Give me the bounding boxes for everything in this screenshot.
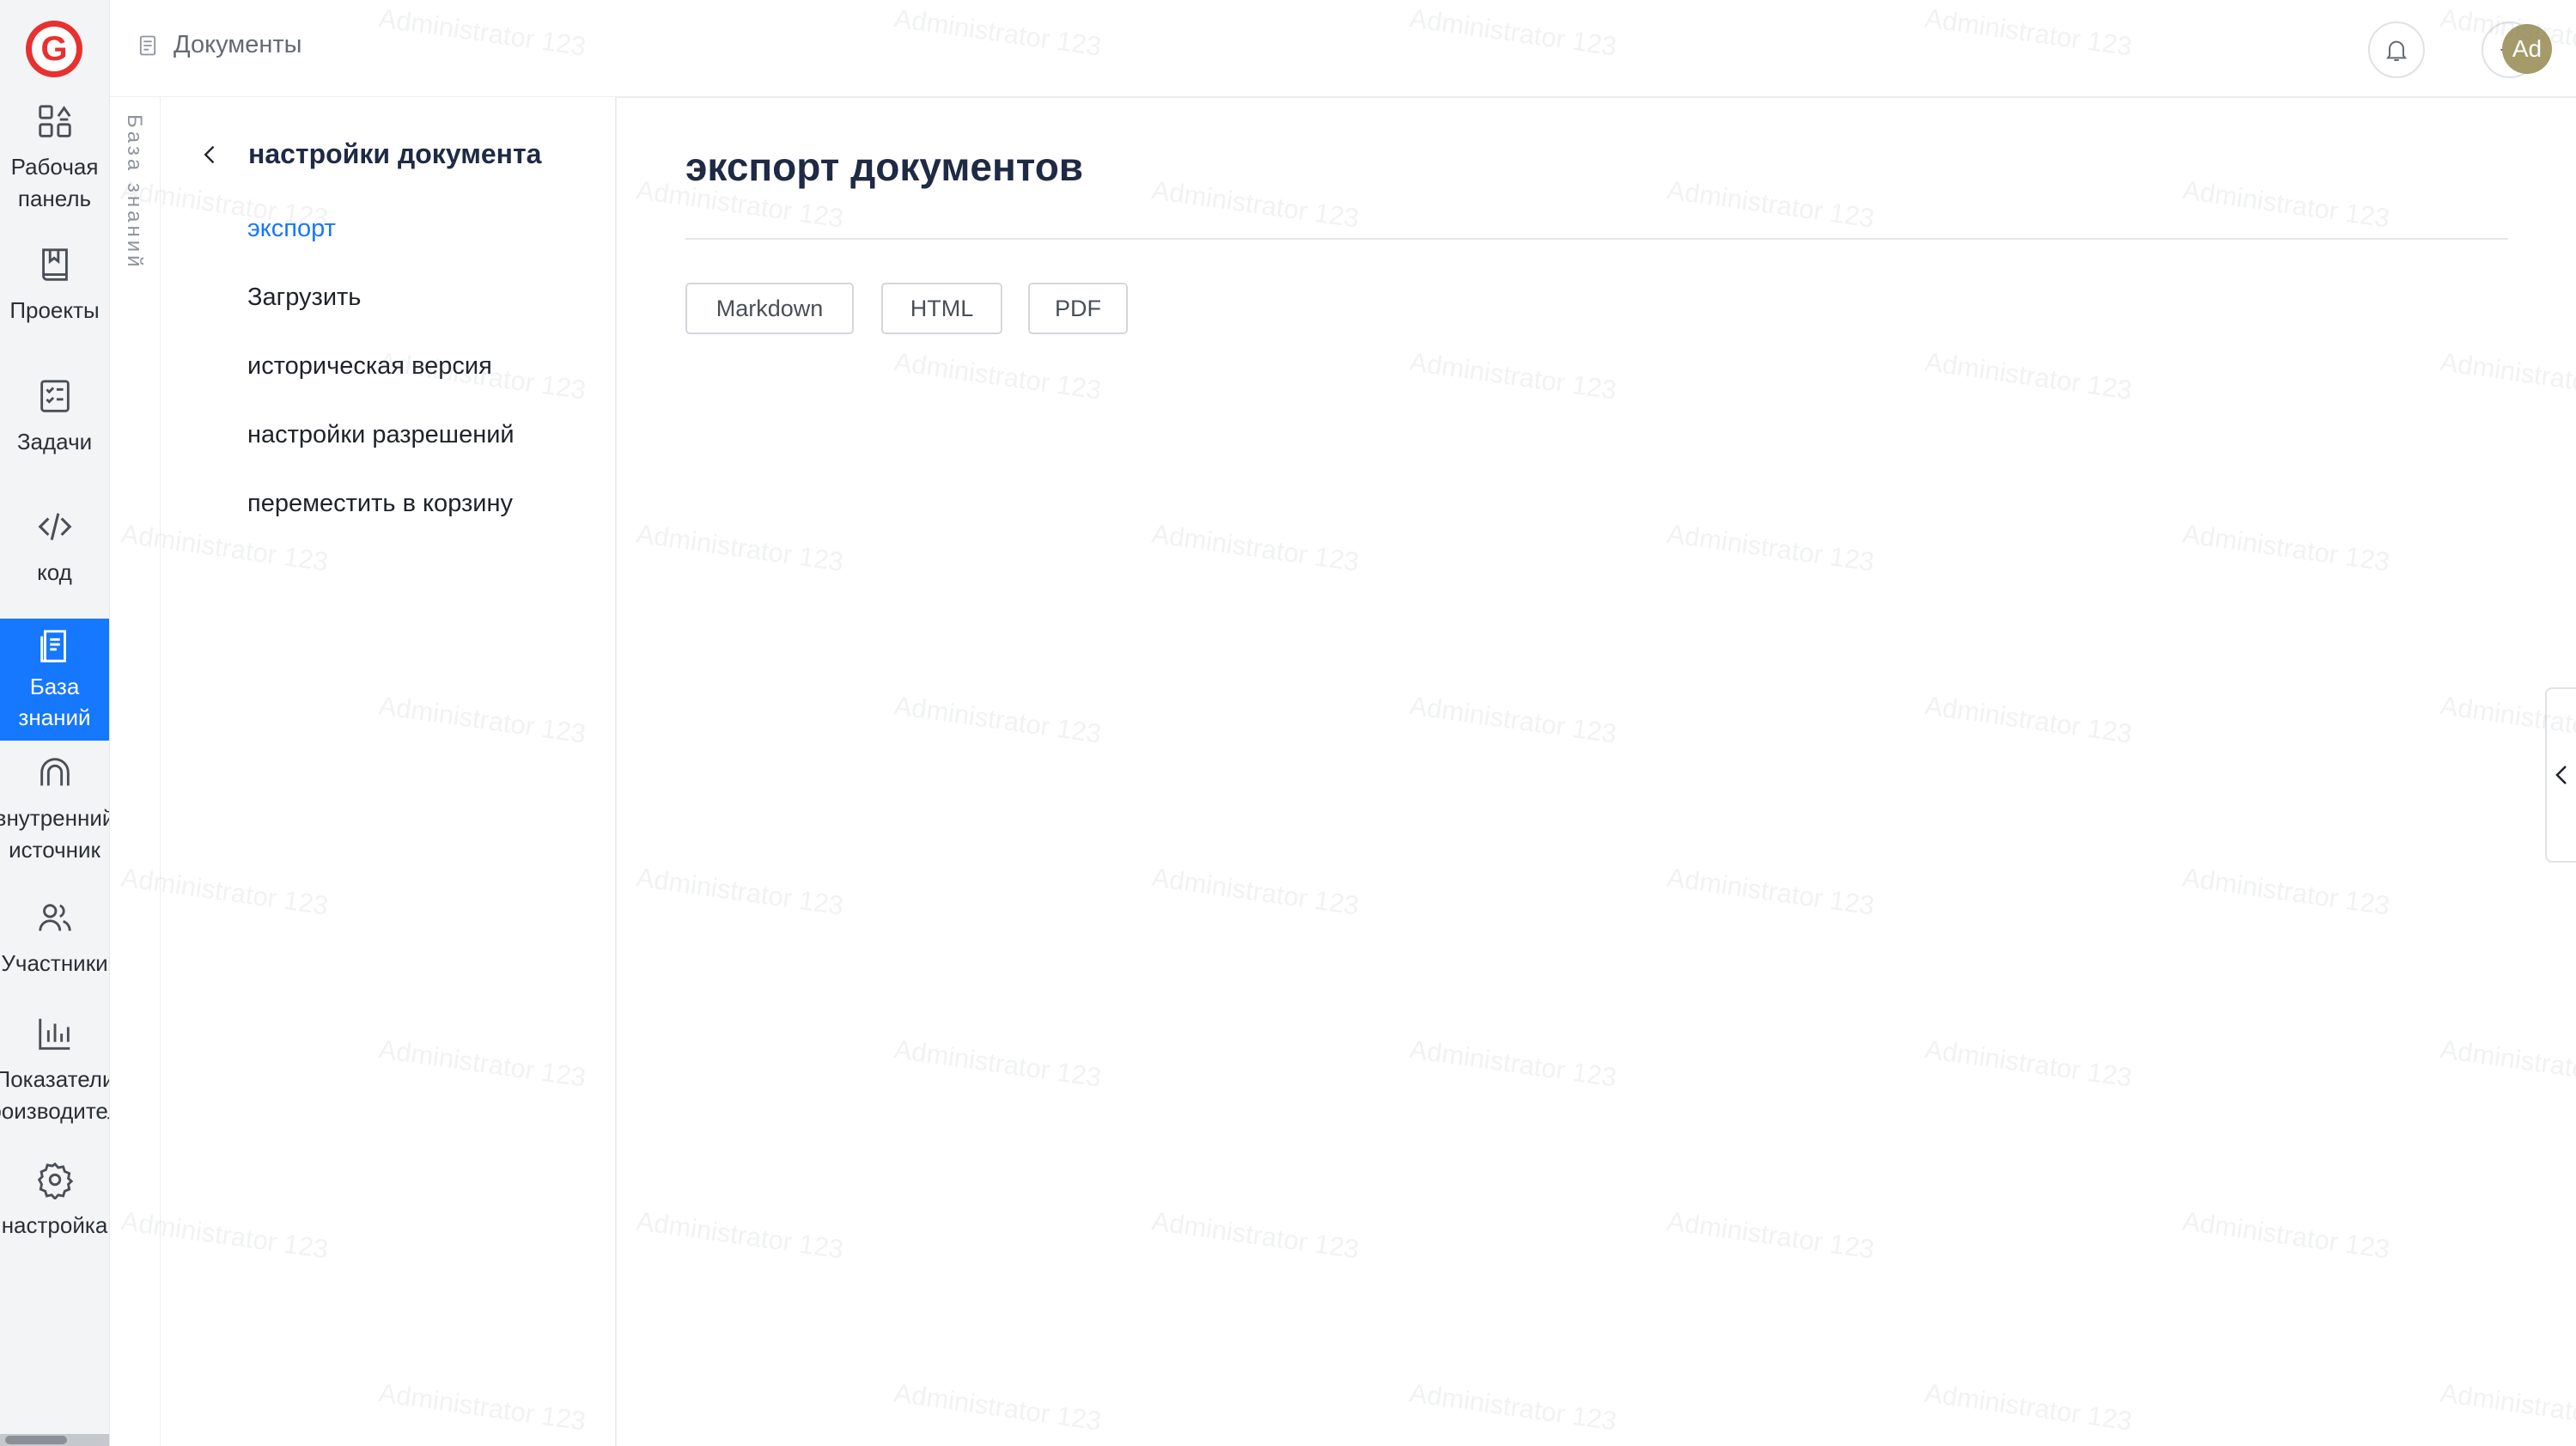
metrics-chart-icon: [38, 1018, 70, 1050]
app-logo[interactable]: G: [26, 21, 82, 77]
logo-letter: G: [40, 30, 68, 68]
rail-label: Рабочая панель: [10, 154, 99, 211]
sidebar-item-upload[interactable]: Загрузить: [247, 284, 361, 312]
chevron-left-icon: [2555, 766, 2567, 784]
back-arrow-icon[interactable]: [198, 143, 222, 167]
rail-item-projects[interactable]: Проекты: [0, 245, 109, 326]
breadcrumb-label: Документы: [174, 31, 302, 58]
rail-item-metrics[interactable]: Показатели производитель: [0, 1014, 109, 1127]
export-html-button[interactable]: HTML: [881, 283, 1002, 334]
document-icon: [139, 35, 156, 55]
knowledge-base-strip-label: База знаний: [123, 114, 146, 271]
page-title: экспорт документов: [685, 144, 1084, 189]
sidebar-item-move-to-trash[interactable]: переместить в корзину: [247, 490, 513, 518]
title-divider: [685, 238, 2508, 240]
task-checklist-icon: [40, 380, 70, 412]
rail-label: База знаний: [18, 674, 91, 730]
rail-item-tasks[interactable]: Задачи: [0, 376, 109, 458]
rail-item-members[interactable]: Участники: [0, 898, 109, 979]
members-icon: [38, 904, 71, 931]
avatar[interactable]: Ad: [2502, 24, 2552, 74]
dashboard-icon: [38, 105, 71, 137]
bell-icon: [2386, 40, 2407, 61]
sidebar-item-export[interactable]: экспорт: [247, 215, 336, 243]
rail-label: настройка: [1, 1212, 108, 1238]
sidebar-item-history[interactable]: историческая версия: [247, 352, 492, 381]
inner-source-icon: [40, 758, 70, 786]
document-settings-sidebar: настройки документа экспорт Загрузить ис…: [161, 97, 617, 1446]
project-book-icon: [41, 248, 68, 281]
rail-label: внутренний источник: [0, 805, 110, 863]
sidebar-title: настройки документа: [248, 138, 542, 169]
sidebar-item-permissions[interactable]: настройки разрешений: [247, 421, 515, 449]
rail-item-dashboard[interactable]: Рабочая панель: [0, 101, 109, 215]
nav-rail: G Рабочая панель Проекты Задачи код База…: [0, 0, 110, 1446]
rail-item-code[interactable]: код: [0, 507, 109, 589]
sidebar-header: настройки документа: [198, 138, 541, 170]
rail-label: Задачи: [16, 429, 93, 455]
rail-scrollbar-thumb[interactable]: [5, 1436, 67, 1444]
notifications-button[interactable]: [2368, 21, 2425, 78]
knowledge-base-strip[interactable]: База знаний: [110, 97, 161, 1446]
rail-item-knowledge-base[interactable]: База знаний: [0, 619, 109, 741]
export-pdf-button[interactable]: PDF: [1028, 283, 1128, 334]
rail-label: Проекты: [9, 297, 100, 323]
knowledge-base-icon: [40, 630, 66, 662]
gear-icon: [37, 1162, 73, 1199]
top-header: Документы Ad: [110, 0, 2576, 98]
rail-item-settings[interactable]: настройка: [0, 1160, 109, 1242]
rail-label: Показатели производитель: [0, 1066, 110, 1124]
main-content: экспорт документов Markdown HTML PDF: [617, 97, 2576, 1446]
breadcrumb[interactable]: Документы: [136, 31, 302, 59]
rail-item-inner-source[interactable]: внутренний источник: [0, 753, 109, 866]
rail-scrollbar[interactable]: [0, 1434, 109, 1446]
right-panel-toggle[interactable]: [2545, 687, 2576, 863]
rail-label: код: [37, 559, 72, 585]
export-markdown-button[interactable]: Markdown: [685, 283, 854, 334]
rail-label: Участники: [1, 950, 108, 976]
code-icon: [38, 513, 71, 540]
